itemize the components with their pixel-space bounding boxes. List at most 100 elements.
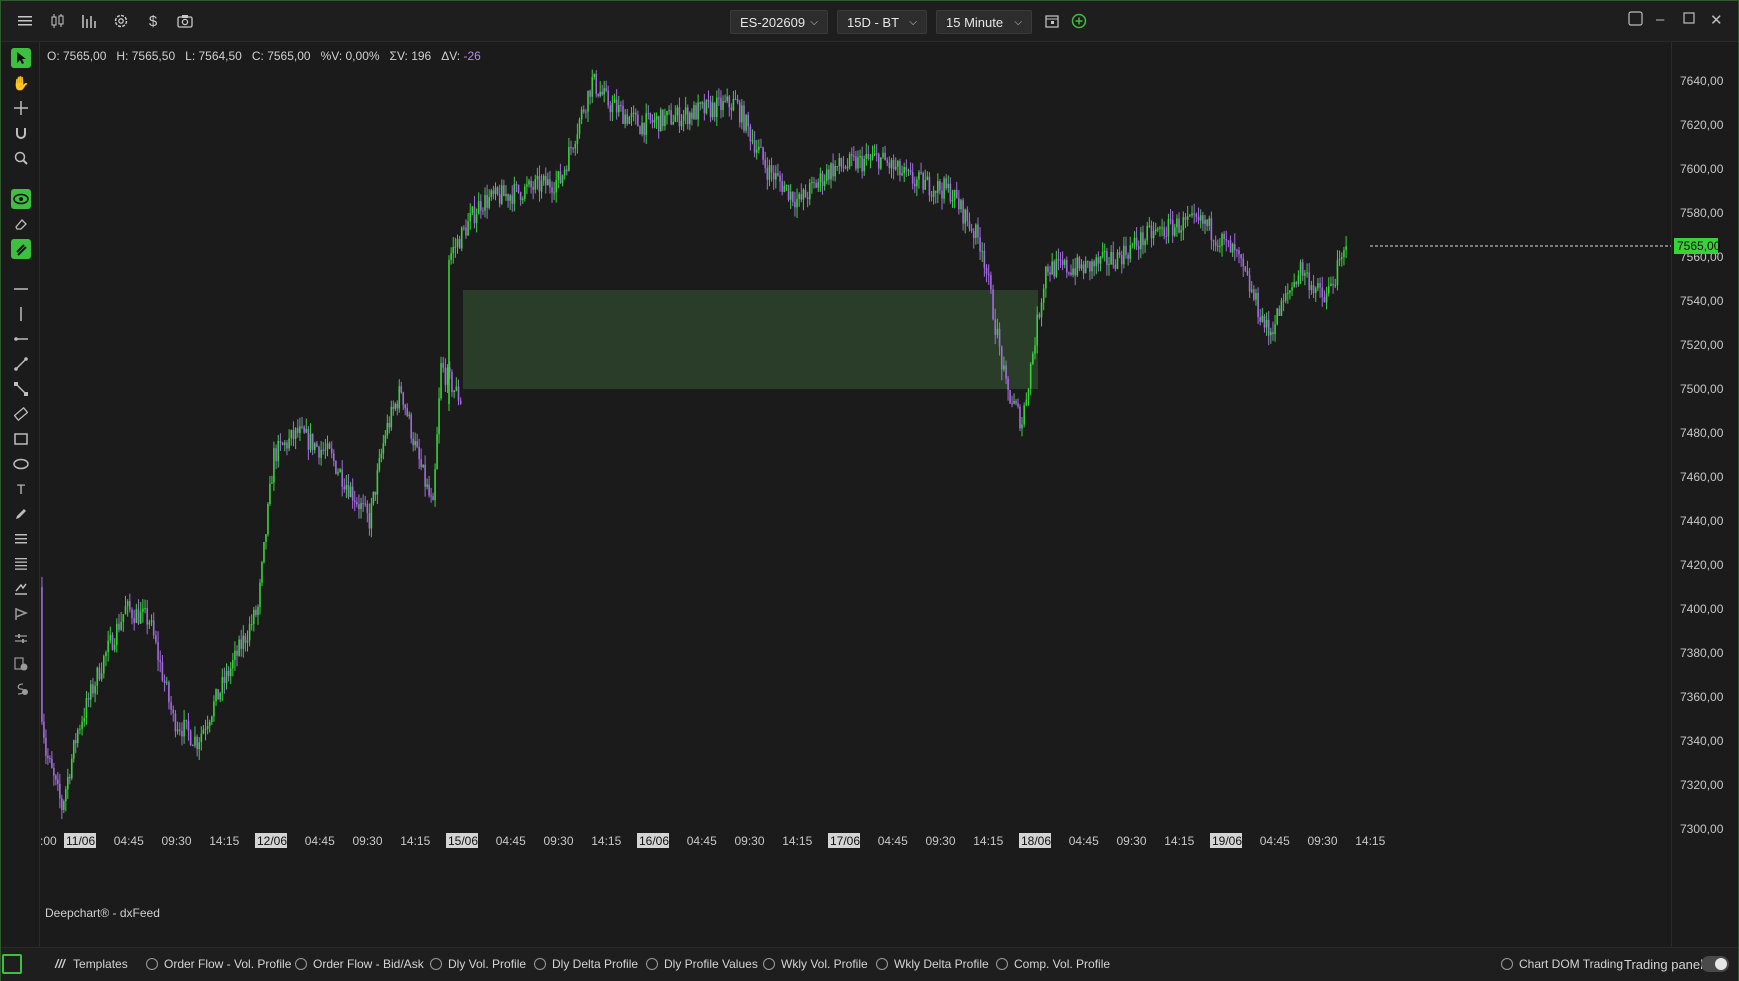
candle-down [137,609,140,624]
rectangle-icon[interactable] [11,429,31,449]
levels-icon[interactable] [11,554,31,574]
signature-icon[interactable] [11,579,31,599]
layout-toggle-icon[interactable] [2,954,22,974]
crosshair-icon[interactable] [11,98,31,118]
ray-icon[interactable] [11,329,31,349]
candle-down [1118,252,1121,256]
order-flag-icon[interactable] [11,604,31,624]
fib-tool-icon[interactable] [11,379,31,399]
eye-icon[interactable] [11,189,31,209]
candle-down [1259,317,1262,322]
candle-up [89,684,92,700]
candle-down [582,109,585,112]
dollar-script-icon[interactable] [11,679,31,699]
candle-down [1089,261,1091,272]
candle-up [107,640,109,652]
candle-up [309,433,312,450]
symbol-dropdown[interactable]: ES-202609 ⌵ [730,10,828,34]
timeframe-dropdown[interactable]: 15 Minute ⌵ [936,10,1032,34]
candle-down [781,181,783,192]
template-option[interactable]: Dly Delta Profile [534,957,638,971]
candle-up [668,110,670,112]
hand-icon[interactable]: ✋ [11,73,31,93]
candle-up [817,182,820,188]
template-option[interactable]: Order Flow - Vol. Profile [146,957,291,971]
vertical-line-icon[interactable] [11,304,31,324]
lock-drawing-icon[interactable] [11,239,31,259]
candle-down [442,363,445,368]
price-chart[interactable]: :00 11/06 04:45 09:30 14:15 12/06 04:45 09:30 14… [40,42,1671,946]
candle-down [647,113,650,115]
maximize-icon[interactable] [1683,11,1695,28]
candle-up [1032,353,1034,364]
close-icon[interactable]: ✕ [1710,11,1723,29]
candle-up [1051,261,1053,275]
zoom-icon[interactable] [11,148,31,168]
candle-up [456,239,459,247]
settings-icon[interactable] [111,11,131,31]
candle-down [622,105,624,124]
candle-down [1059,259,1062,261]
dollar-icon[interactable]: $ [143,11,163,31]
ruler-icon[interactable] [11,404,31,424]
list-icon[interactable] [11,529,31,549]
candle-up [755,149,758,153]
candle-up [1025,399,1028,406]
candle-up [120,621,122,630]
candle-up [484,194,486,211]
camera-icon[interactable] [175,11,195,31]
range-dropdown[interactable]: 15D - BT ⌵ [837,10,927,34]
candle-up [213,701,215,717]
trading-panel-toggle[interactable] [1701,956,1729,972]
candle-up [869,158,872,160]
candle-down [59,783,61,799]
pointer-icon[interactable] [11,48,31,68]
scale-icon[interactable] [11,629,31,649]
template-option[interactable]: Dly Vol. Profile [430,957,526,971]
candlestick-icon[interactable] [47,11,67,31]
calendar-icon[interactable] [1042,11,1062,31]
pencil-icon[interactable] [11,504,31,524]
eraser-icon[interactable] [11,214,31,234]
price-tick-label: 7440,00 [1680,514,1724,528]
candle-down [747,114,750,127]
price-tick-label: 7400,00 [1680,602,1724,616]
template-label: Order Flow - Bid/Ask [313,957,424,971]
price-tick-label: 7620,00 [1680,118,1724,132]
minimize-icon[interactable]: – [1656,11,1664,28]
template-option[interactable]: Dly Profile Values [646,957,758,971]
candle-up [524,186,526,199]
candle-down [1007,378,1009,390]
add-chart-icon[interactable] [1069,11,1089,31]
candle-down [1246,270,1249,276]
high-value: H: 7565,50 [116,49,176,63]
text-icon[interactable]: T [11,479,31,499]
magnet-icon[interactable] [11,123,31,143]
horizontal-line-icon[interactable] [11,279,31,299]
template-label: Wkly Delta Profile [894,957,989,971]
candle-up [448,259,450,405]
detach-window-icon[interactable] [1628,11,1643,30]
template-option[interactable]: Wkly Delta Profile [876,957,989,971]
candle-up [261,562,263,583]
template-option[interactable]: Wkly Vol. Profile [763,957,868,971]
chart-dom-trading-option[interactable]: Chart DOM Trading [1501,957,1623,971]
candle-up [438,398,440,435]
candle-down [1184,217,1187,220]
trend-line-icon[interactable] [11,354,31,374]
candle-down [651,119,654,123]
candle-up [229,668,232,677]
template-option[interactable]: Comp. Vol. Profile [996,957,1110,971]
ellipse-icon[interactable] [11,454,31,474]
price-axis[interactable]: 7640,007620,007600,007580,007560,007540,… [1671,42,1739,946]
candle-down [366,503,369,513]
page-dollar-icon[interactable] [11,654,31,674]
candle-up [148,622,151,625]
bar-chart-icon[interactable] [79,11,99,31]
radio-icon [1501,958,1513,970]
candle-up [200,733,203,743]
menu-icon[interactable] [15,11,35,31]
template-option[interactable]: Order Flow - Bid/Ask [295,957,424,971]
templates-button[interactable]: /// Templates [55,957,128,971]
candle-down [939,181,941,191]
